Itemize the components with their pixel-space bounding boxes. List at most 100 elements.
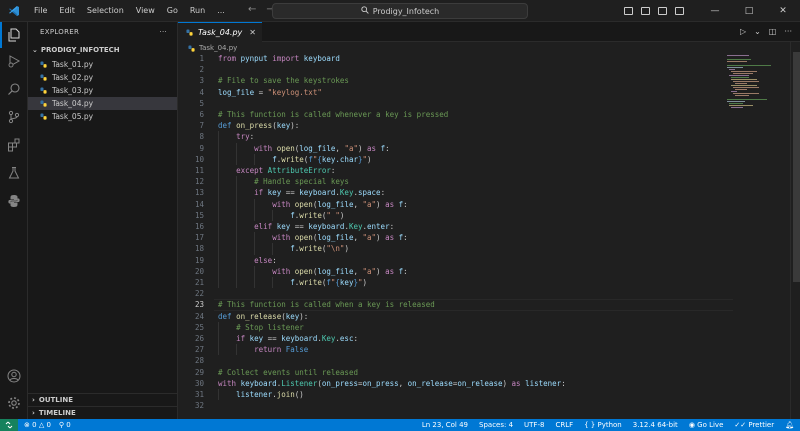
manage-gear-icon[interactable] <box>0 390 28 416</box>
code-line[interactable]: 17 with open(log_file, "a") as f: <box>178 232 733 244</box>
split-editor-icon[interactable]: ◫ <box>769 27 777 36</box>
close-button[interactable]: ✕ <box>766 0 800 22</box>
scrollbar-thumb[interactable] <box>793 52 800 282</box>
file-item-task-04[interactable]: Task_04.py <box>28 97 177 110</box>
chevron-down-icon[interactable]: ⌄ <box>754 27 761 36</box>
code-line[interactable]: 8 try: <box>178 131 733 143</box>
toggle-panel-icon[interactable] <box>641 7 650 15</box>
language-mode[interactable]: { } Python <box>584 421 622 429</box>
workspace-folder[interactable]: ⌄ PRODIGY_INFOTECH <box>28 42 177 58</box>
menu-run[interactable]: Run <box>184 0 211 22</box>
search-text: Prodigy_Infotech <box>372 6 440 16</box>
file-item-task-02[interactable]: Task_02.py <box>28 71 177 84</box>
code-line[interactable]: 9 with open(log_file, "a") as f: <box>178 142 733 154</box>
code-text: # Handle special keys <box>254 177 349 187</box>
explorer-icon[interactable] <box>0 22 28 48</box>
source-control-icon[interactable] <box>0 104 28 130</box>
window-controls: — □ ✕ <box>624 0 800 22</box>
toggle-sidebar-icon[interactable] <box>624 7 633 15</box>
ports-indicator[interactable]: ⚲ 0 <box>59 421 71 429</box>
explorer-more-button[interactable]: ··· <box>159 28 167 36</box>
python-icon[interactable] <box>0 188 28 214</box>
python-file-icon <box>186 29 193 36</box>
testing-icon[interactable] <box>0 160 28 186</box>
file-item-task-05[interactable]: Task_05.py <box>28 110 177 123</box>
code-text: if key == keyboard.Key.space: <box>254 188 386 198</box>
search-icon[interactable] <box>0 76 28 102</box>
timeline-section[interactable]: › TIMELINE <box>28 406 178 419</box>
code-line[interactable]: 22 <box>178 288 733 299</box>
more-actions-icon[interactable]: ··· <box>784 27 792 36</box>
customize-layout-icon[interactable] <box>675 7 684 15</box>
code-line[interactable]: 6 # This function is called whenever a ke… <box>178 109 733 120</box>
remote-icon[interactable] <box>0 419 18 431</box>
extensions-icon[interactable] <box>0 132 28 158</box>
code-line[interactable]: 21 f.write(f"{key}") <box>178 277 733 289</box>
code-line[interactable]: 2 <box>178 64 733 75</box>
code-line[interactable]: 29 # Collect events until released <box>178 367 733 378</box>
prettier-status[interactable]: ✓✓ Prettier <box>734 421 774 429</box>
python-interpreter[interactable]: 3.12.4 64-bit <box>633 421 678 429</box>
encoding[interactable]: UTF-8 <box>524 421 544 429</box>
indentation[interactable]: Spaces: 4 <box>479 421 513 429</box>
tab-task-04[interactable]: Task_04.py ✕ <box>178 22 262 42</box>
code-line[interactable]: 24 def on_release(key): <box>178 311 733 322</box>
code-line[interactable]: 16 elif key == keyboard.Key.enter: <box>178 221 733 233</box>
go-live-button[interactable]: ◉ Go Live <box>689 421 724 429</box>
maximize-button[interactable]: □ <box>732 0 766 22</box>
code-line[interactable]: 25 # Stop listener <box>178 321 733 333</box>
code-line[interactable]: 20 with open(log_file, "a") as f: <box>178 265 733 277</box>
run-python-icon[interactable]: ▷ <box>740 27 746 36</box>
code-text: from pynput import keyboard <box>218 54 340 64</box>
minimap[interactable] <box>723 53 789 113</box>
back-arrow-icon[interactable]: ← <box>248 4 256 15</box>
command-center-search[interactable]: Prodigy_Infotech <box>272 3 528 19</box>
run-debug-icon[interactable] <box>0 48 28 74</box>
code-line[interactable]: 14 with open(log_file, "a") as f: <box>178 198 733 210</box>
file-item-task-03[interactable]: Task_03.py <box>28 84 177 97</box>
code-line[interactable]: 12 # Handle special keys <box>178 176 733 188</box>
end-of-line[interactable]: CRLF <box>555 421 573 429</box>
menu-go[interactable]: Go <box>161 0 184 22</box>
code-line[interactable]: 13 if key == keyboard.Key.space: <box>178 187 733 199</box>
code-line[interactable]: 18 f.write("\n") <box>178 243 733 255</box>
breadcrumb-file[interactable]: Task_04.py <box>199 44 237 52</box>
code-line[interactable]: 30 with keyboard.Listener(on_press=on_pre… <box>178 378 733 389</box>
code-line[interactable]: 4 log_file = "keylog.txt" <box>178 87 733 98</box>
nav-arrows: ← → <box>248 4 275 15</box>
code-editor[interactable]: 1 from pynput import keyboard 2 3 # File to … <box>178 53 733 419</box>
problems-indicator[interactable]: ⊗ 0 △ 0 <box>24 421 51 429</box>
editor-actions: ▷ ⌄ ◫ ··· <box>740 27 792 36</box>
code-line[interactable]: 15 f.write(" ") <box>178 209 733 221</box>
toggle-secondary-sidebar-icon[interactable] <box>658 7 667 15</box>
outline-label: OUTLINE <box>38 396 74 404</box>
code-line[interactable]: 19 else: <box>178 254 733 266</box>
python-file-icon <box>40 87 47 94</box>
menu-file[interactable]: File <box>28 0 53 22</box>
account-icon[interactable] <box>0 363 28 389</box>
code-line[interactable]: 28 <box>178 355 733 366</box>
menu-selection[interactable]: Selection <box>81 0 130 22</box>
menu-edit[interactable]: Edit <box>53 0 81 22</box>
code-line[interactable]: 31 listener.join() <box>178 389 733 401</box>
vertical-scrollbar[interactable] <box>790 42 800 419</box>
code-line[interactable]: 23 # This function is called when a key i… <box>178 299 733 311</box>
code-line[interactable]: 11 except AttributeError: <box>178 165 733 177</box>
code-line[interactable]: 1 from pynput import keyboard <box>178 53 733 64</box>
notifications-bell-icon[interactable]: 🔔︎ <box>785 421 794 429</box>
minimize-button[interactable]: — <box>698 0 732 22</box>
code-line[interactable]: 10 f.write(f"{key.char}") <box>178 153 733 165</box>
code-line[interactable]: 5 <box>178 98 733 109</box>
menu-view[interactable]: View <box>130 0 161 22</box>
close-icon[interactable]: ✕ <box>249 28 256 37</box>
code-line[interactable]: 7 def on_press(key): <box>178 120 733 131</box>
file-item-task-01[interactable]: Task_01.py <box>28 58 177 71</box>
menu-more[interactable]: ... <box>211 0 231 22</box>
code-line[interactable]: 3 # File to save the keystrokes <box>178 75 733 86</box>
cursor-position[interactable]: Ln 23, Col 49 <box>422 421 468 429</box>
code-line[interactable]: 26 if key == keyboard.Key.esc: <box>178 333 733 345</box>
code-line[interactable]: 32 <box>178 400 733 411</box>
code-line[interactable]: 27 return False <box>178 344 733 356</box>
editor-tab-bar: Task_04.py ✕ ▷ ⌄ ◫ ··· <box>178 22 800 42</box>
outline-section[interactable]: › OUTLINE <box>28 393 178 406</box>
